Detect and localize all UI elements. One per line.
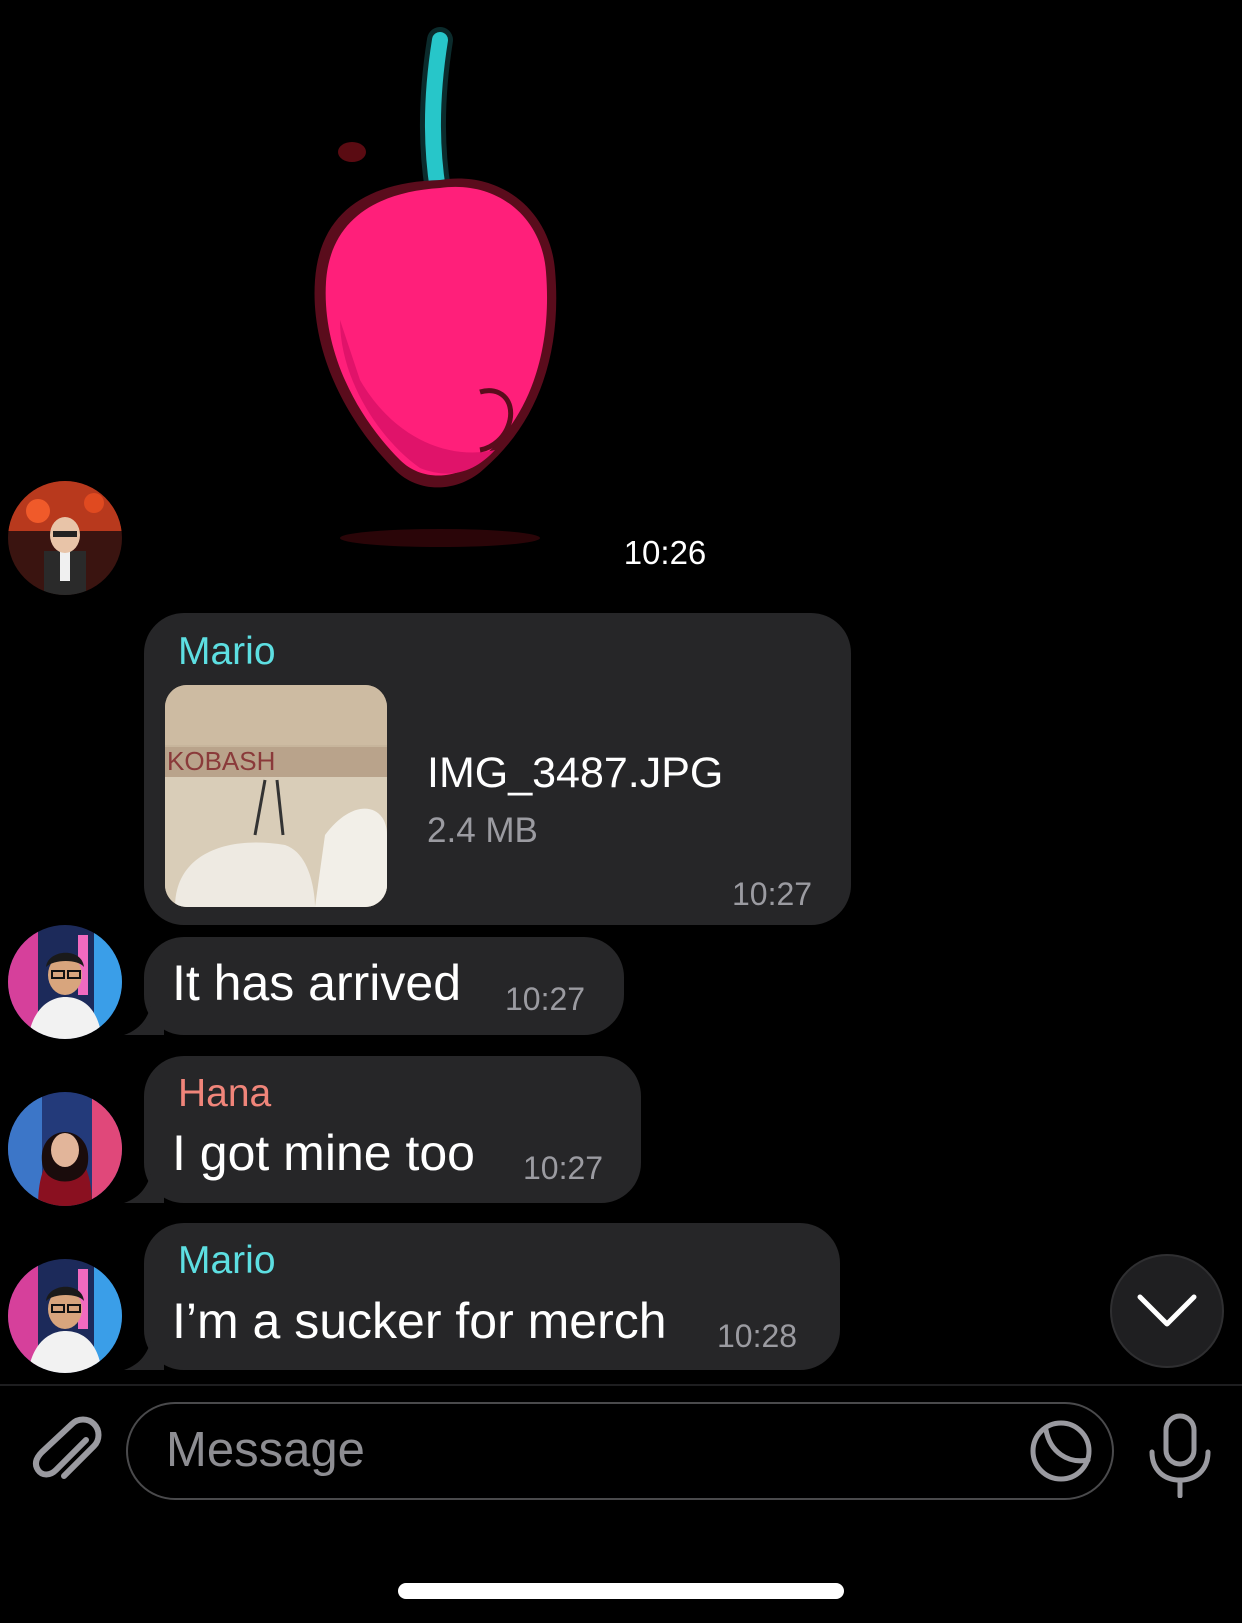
message-text: It has arrived xyxy=(172,955,462,1011)
message-text: I got mine too xyxy=(172,1125,475,1181)
avatar[interactable] xyxy=(8,925,122,1039)
avatar[interactable] xyxy=(8,481,122,595)
microphone-icon[interactable] xyxy=(1142,1412,1218,1498)
avatar[interactable] xyxy=(8,1259,122,1373)
message-time: 10:28 xyxy=(717,1318,798,1354)
file-name: IMG_3487.JPG xyxy=(427,749,724,797)
sender-name: Hana xyxy=(178,1072,272,1115)
sticker-icon[interactable] xyxy=(1028,1418,1094,1484)
file-size: 2.4 MB xyxy=(427,811,538,850)
avatar-image-mario-1 xyxy=(8,481,122,595)
thumbnail-text: KOBASH xyxy=(167,746,275,776)
file-thumbnail[interactable]: KOBASH xyxy=(165,685,387,907)
home-indicator xyxy=(398,1583,844,1599)
bubble-tail xyxy=(124,999,164,1035)
message-placeholder: Message xyxy=(166,1423,365,1477)
message-text: I’m a sucker for merch xyxy=(172,1293,667,1349)
sender-name: Mario xyxy=(178,1239,276,1282)
message-time: 10:27 xyxy=(505,981,586,1017)
avatar[interactable] xyxy=(8,1092,122,1206)
avatar-image-mario-3 xyxy=(8,1259,122,1373)
bubble-tail xyxy=(124,1167,164,1203)
avatar-image-mario-2 xyxy=(8,925,122,1039)
scroll-down-button[interactable] xyxy=(1110,1254,1224,1368)
sticker-timestamp: 10:26 xyxy=(623,534,707,571)
message-time: 10:27 xyxy=(523,1150,604,1186)
message-time: 10:27 xyxy=(732,876,813,912)
avatar-image-hana xyxy=(8,1092,122,1206)
chevron-down-icon xyxy=(1137,1294,1197,1327)
sender-name: Mario xyxy=(178,630,276,673)
paperclip-icon[interactable] xyxy=(26,1412,104,1490)
bubble-tail xyxy=(124,1334,164,1370)
cherry-sticker xyxy=(314,27,557,547)
